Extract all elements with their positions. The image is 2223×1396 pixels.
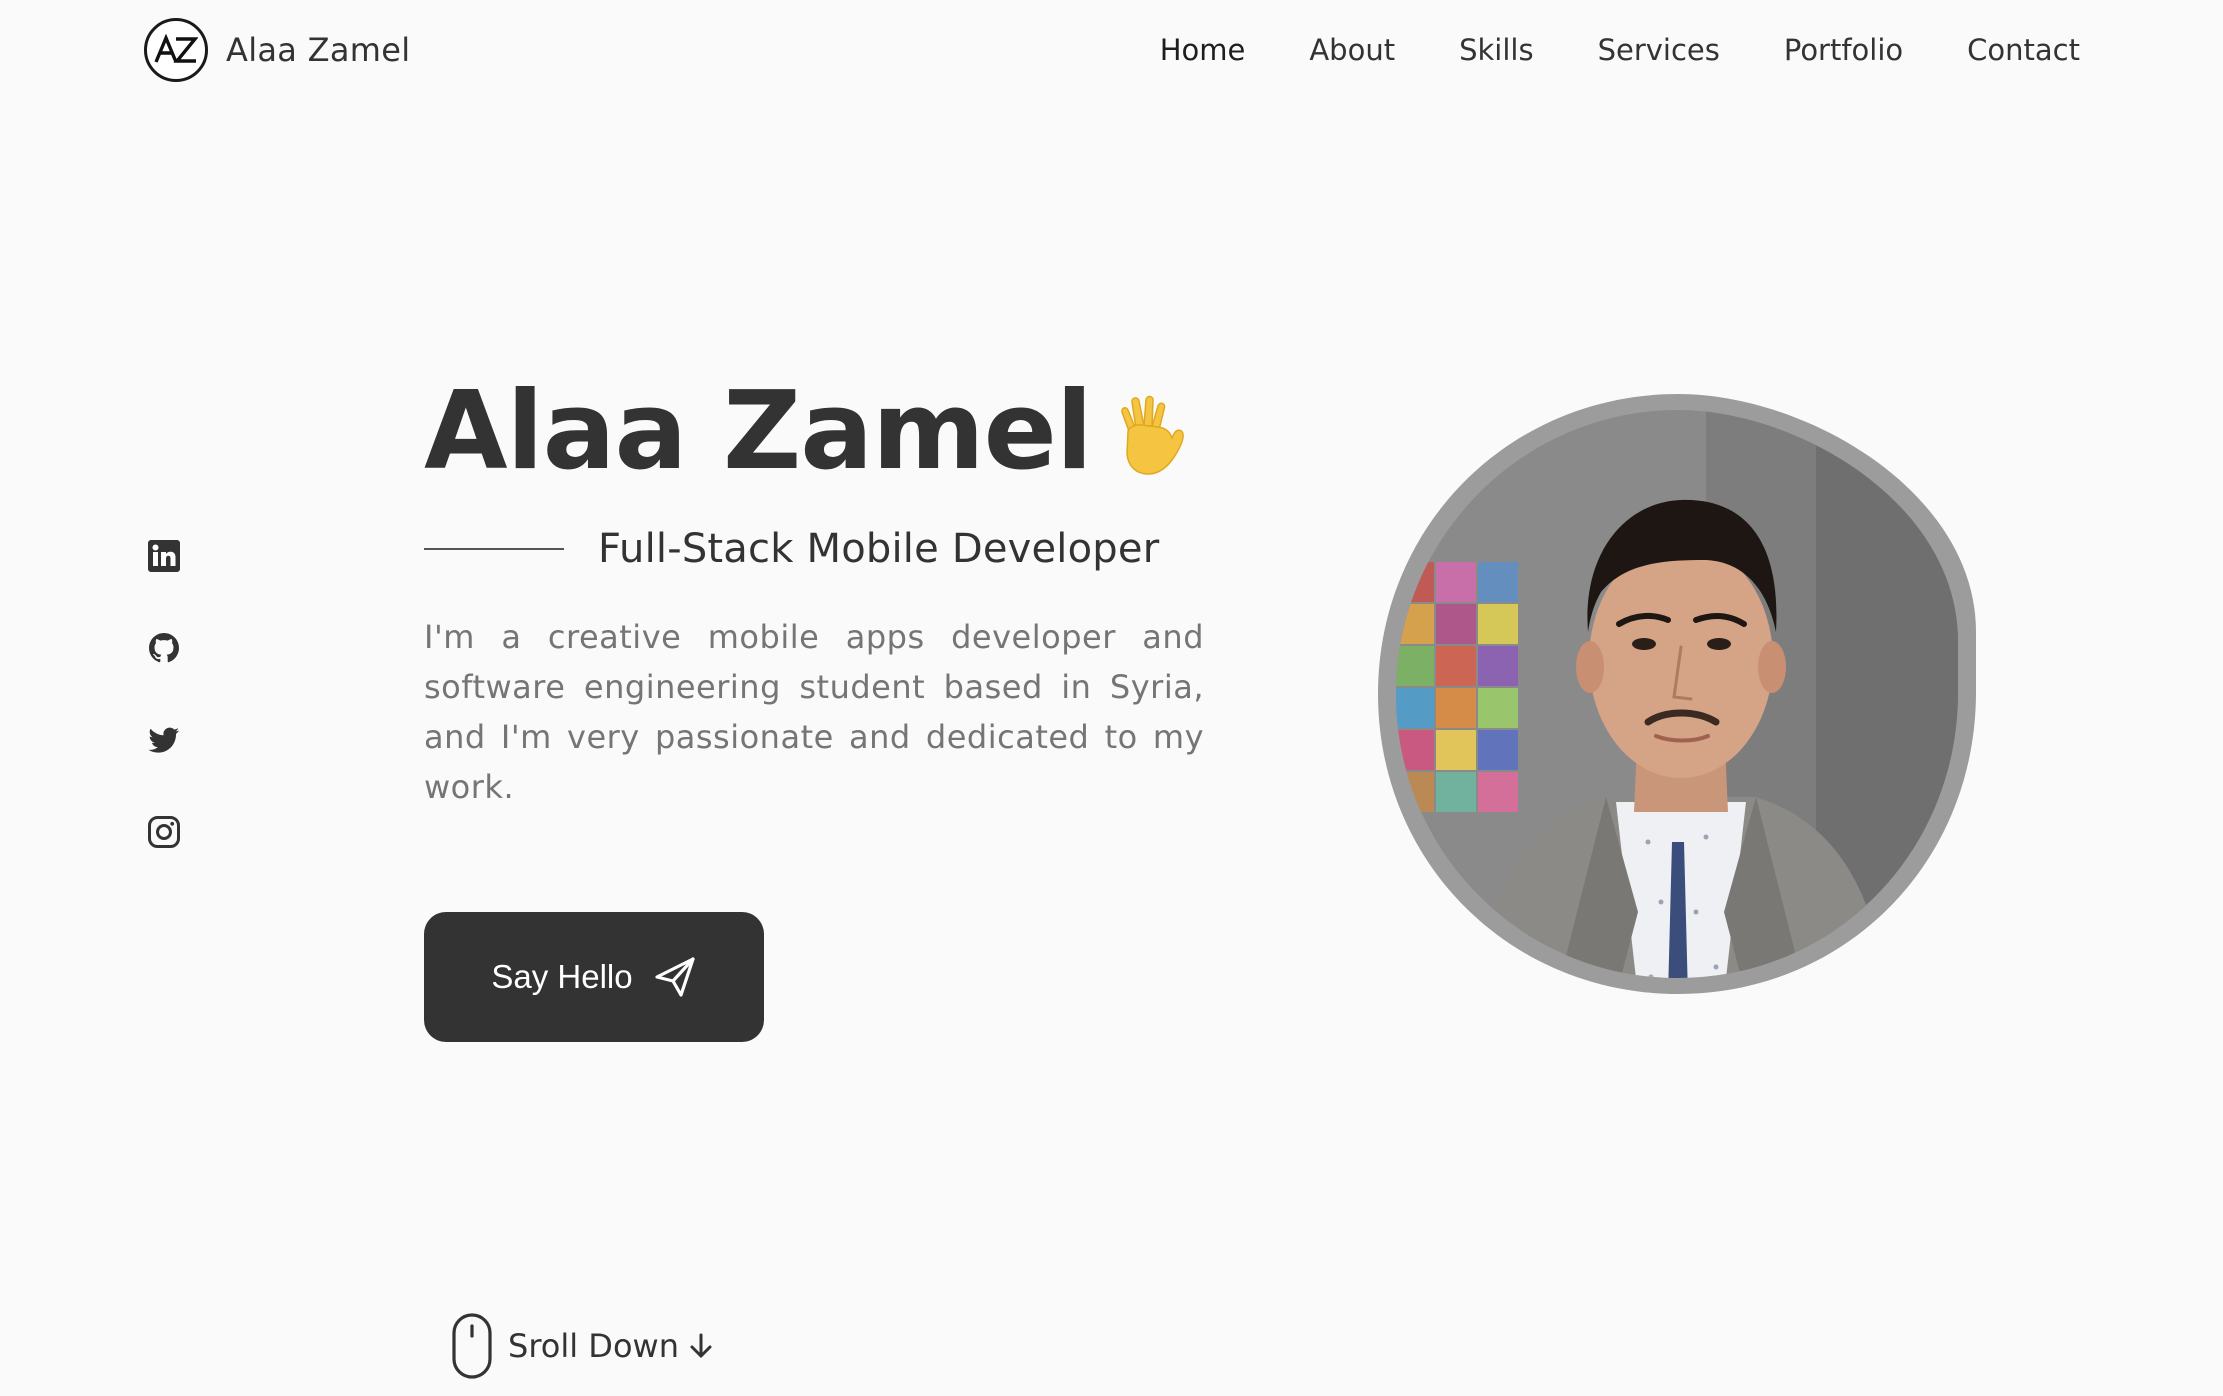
send-icon xyxy=(653,955,697,999)
subtitle-row: Full-Stack Mobile Developer xyxy=(424,526,1159,572)
subtitle-divider xyxy=(424,548,564,550)
hero-title: Alaa Zamel xyxy=(424,362,1188,502)
nav-portfolio[interactable]: Portfolio xyxy=(1784,28,1903,72)
linkedin-icon xyxy=(148,540,180,572)
profile-photo xyxy=(1376,392,1980,996)
scroll-down-link[interactable]: Sroll Down xyxy=(450,1312,715,1380)
scroll-down-label: Sroll Down xyxy=(508,1327,679,1365)
arrow-down-icon xyxy=(679,1331,715,1361)
hero-name: Alaa Zamel xyxy=(424,369,1093,494)
nav-contact[interactable]: Contact xyxy=(1967,28,2080,72)
instagram-link[interactable] xyxy=(145,813,183,851)
twitter-icon xyxy=(148,727,179,753)
brand-link[interactable]: Alaa Zamel xyxy=(144,18,410,82)
mouse-icon xyxy=(450,1312,494,1380)
github-link[interactable] xyxy=(145,629,183,667)
waving-hand-icon xyxy=(1121,395,1184,475)
instagram-icon xyxy=(148,816,180,848)
nav-about[interactable]: About xyxy=(1309,28,1395,72)
linkedin-link[interactable] xyxy=(145,537,183,575)
nav-skills[interactable]: Skills xyxy=(1459,28,1533,72)
main-nav: Home About Skills Services Portfolio Con… xyxy=(1160,28,2080,72)
social-links xyxy=(145,537,185,905)
github-icon xyxy=(149,633,179,663)
nav-home[interactable]: Home xyxy=(1160,28,1246,72)
say-hello-label: Say Hello xyxy=(491,958,633,995)
twitter-link[interactable] xyxy=(145,721,183,759)
az-logo-icon xyxy=(144,18,208,82)
brand-name: Alaa Zamel xyxy=(226,31,411,69)
say-hello-button[interactable]: Say Hello xyxy=(424,912,764,1042)
nav-services[interactable]: Services xyxy=(1598,28,1720,72)
hero-subtitle: Full-Stack Mobile Developer xyxy=(598,526,1160,572)
site-header: Alaa Zamel Home About Skills Services Po… xyxy=(0,0,2223,100)
hero-description: I'm a creative mobile apps developer and… xyxy=(424,618,1204,806)
